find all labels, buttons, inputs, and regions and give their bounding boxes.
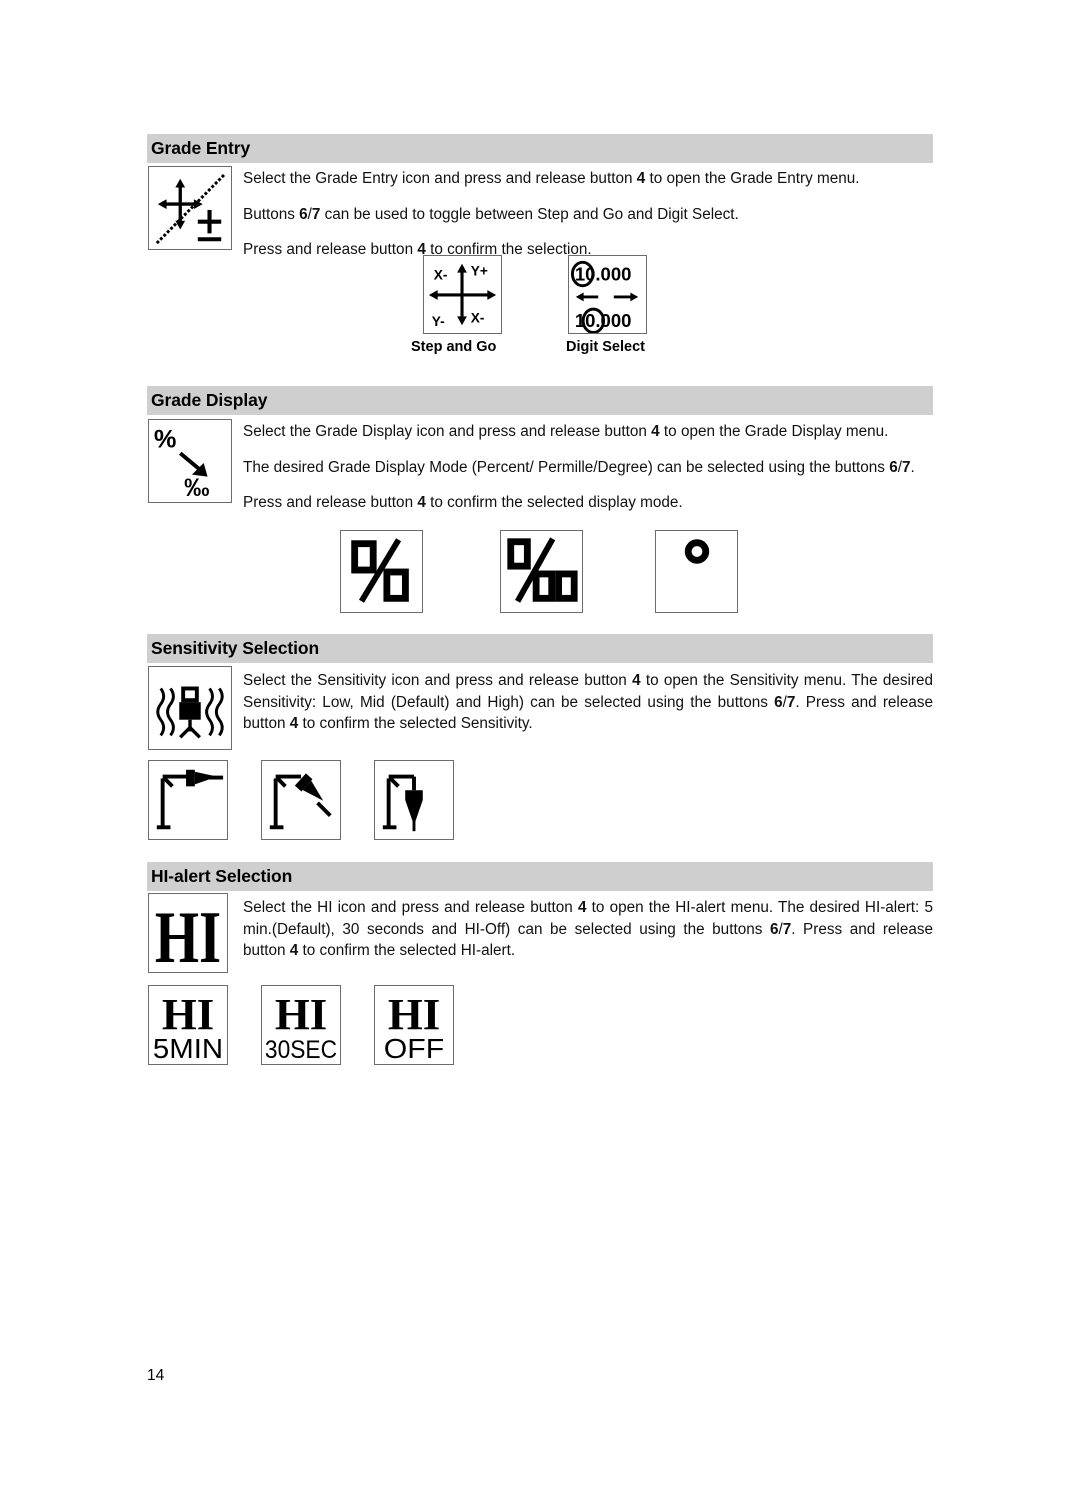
svg-text:10.000: 10.000 <box>575 263 632 284</box>
sensitivity-icon <box>148 666 232 750</box>
section-title: Grade Display <box>151 390 268 410</box>
paragraph: Buttons 6/7 can be used to toggle betwee… <box>243 205 739 223</box>
hi-off-icon: HI OFF <box>374 985 454 1065</box>
document-page: Grade Entry Select the Grade Entry icon … <box>0 0 1080 1491</box>
digit-select-caption: Digit Select <box>566 339 645 355</box>
hi-30sec-icon: HI 30SEC <box>261 985 341 1065</box>
svg-text:OFF: OFF <box>384 1033 444 1064</box>
grade-entry-icon <box>148 166 232 250</box>
paragraph: The desired Grade Display Mode (Percent/… <box>243 458 915 476</box>
grade-display-icon: % ‰ <box>148 419 232 503</box>
svg-text:HI: HI <box>275 989 327 1039</box>
section-header-grade-display: Grade Display <box>147 386 933 415</box>
hi-alert-text: Select the HI icon and press and release… <box>243 897 933 962</box>
hi-5min-icon: HI 5MIN <box>148 985 228 1065</box>
digit-select-icon: 10.000 10.000 <box>568 255 647 334</box>
step-and-go-icon: X- Y+ Y- X- <box>423 255 502 334</box>
sensitivity-mid-icon <box>261 760 341 840</box>
svg-text:30SEC: 30SEC <box>265 1036 337 1064</box>
paragraph: Press and release button 4 to confirm th… <box>243 494 683 512</box>
svg-text:HI: HI <box>388 989 440 1039</box>
step-and-go-caption: Step and Go <box>411 339 497 355</box>
svg-text:X-: X- <box>434 267 448 282</box>
svg-text:%: % <box>154 425 177 453</box>
paragraph: Select the Sensitivity icon and press an… <box>243 672 933 733</box>
percent-icon <box>340 530 423 613</box>
svg-text:X-: X- <box>471 310 485 325</box>
grade-display-text: Select the Grade Display icon and press … <box>243 421 933 514</box>
svg-text:Y+: Y+ <box>471 263 488 278</box>
section-title: Sensitivity Selection <box>151 638 320 658</box>
section-title: HI-alert Selection <box>151 866 293 886</box>
svg-text:HI: HI <box>155 897 221 972</box>
paragraph: Select the HI icon and press and release… <box>243 899 933 960</box>
grade-entry-text: Select the Grade Entry icon and press an… <box>243 168 933 261</box>
sensitivity-text: Select the Sensitivity icon and press an… <box>243 670 933 735</box>
svg-text:‰: ‰ <box>184 474 209 502</box>
paragraph: Select the Grade Entry icon and press an… <box>243 170 860 187</box>
hi-icon: HI <box>148 893 228 973</box>
sensitivity-low-icon <box>148 760 228 840</box>
degree-icon <box>655 530 738 613</box>
paragraph: Select the Grade Display icon and press … <box>243 423 889 440</box>
svg-text:Y-: Y- <box>432 314 445 329</box>
svg-text:HI: HI <box>162 989 214 1039</box>
section-header-grade-entry: Grade Entry <box>147 134 933 163</box>
section-header-sensitivity: Sensitivity Selection <box>147 634 933 663</box>
section-title: Grade Entry <box>151 138 251 158</box>
permille-icon <box>500 530 583 613</box>
section-header-hi-alert: HI-alert Selection <box>147 862 933 891</box>
svg-text:5MIN: 5MIN <box>153 1033 223 1064</box>
page-number: 14 <box>147 1367 165 1384</box>
sensitivity-high-icon <box>374 760 454 840</box>
